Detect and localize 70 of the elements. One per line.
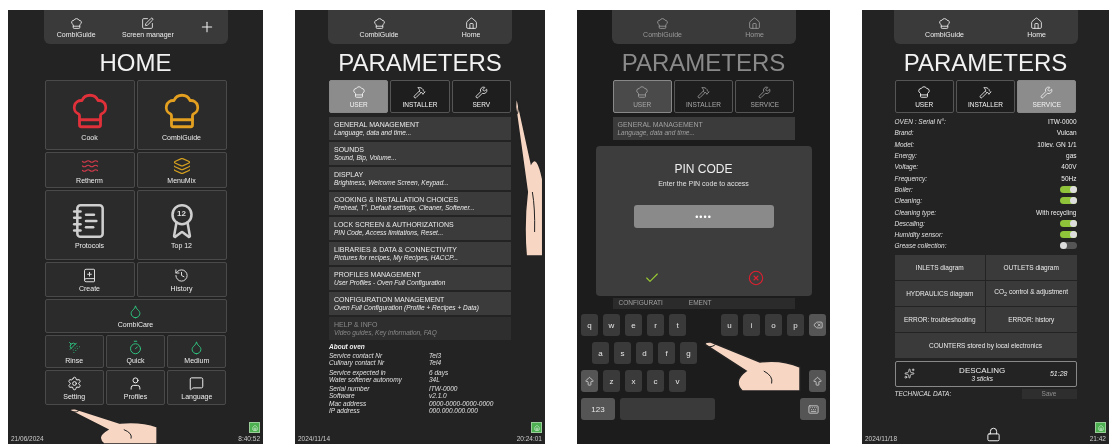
badge-number: 12 xyxy=(177,209,186,218)
chef-hat-icon xyxy=(69,16,83,30)
keyboard-key[interactable]: i xyxy=(743,314,760,336)
keyboard-key[interactable]: s xyxy=(614,342,631,364)
chat-icon xyxy=(189,375,205,391)
keyboard-key[interactable]: z xyxy=(603,370,620,392)
lock-button[interactable] xyxy=(985,427,1001,442)
keyboard-key[interactable]: u xyxy=(721,314,738,336)
wrench-icon xyxy=(474,85,488,99)
descaling-title: DESCALING xyxy=(959,365,1006,375)
keyboard-key[interactable]: r xyxy=(647,314,664,336)
backspace-key[interactable] xyxy=(809,314,826,336)
chef-hat-icon xyxy=(372,16,386,30)
keyboard-icon xyxy=(807,403,819,415)
toggle-switch[interactable] xyxy=(1059,185,1077,193)
droplet-icon xyxy=(128,304,143,319)
keyboard-key[interactable]: e xyxy=(625,314,642,336)
wrench-icon xyxy=(758,85,772,99)
keyboard-key[interactable]: g xyxy=(680,342,697,364)
shift-icon xyxy=(584,375,595,387)
hammer-icon xyxy=(413,85,427,99)
shower-head-icon xyxy=(66,339,82,355)
keyboard-key[interactable]: w xyxy=(603,314,620,336)
keyboard-key[interactable]: a xyxy=(592,342,609,364)
keyboard-key[interactable]: x xyxy=(625,370,642,392)
shift-key[interactable] xyxy=(581,370,598,392)
book-plus-icon xyxy=(82,267,97,283)
keyboard-key[interactable]: c xyxy=(647,370,664,392)
toggle-switch[interactable] xyxy=(1059,242,1077,250)
chef-hat-icon xyxy=(917,85,932,99)
wrench-icon xyxy=(1040,85,1054,99)
chef-hat-icon xyxy=(938,16,952,30)
keyboard-key[interactable]: v xyxy=(669,370,686,392)
screen-title: HOME xyxy=(99,49,172,77)
screen-title: PARAMETERS xyxy=(621,49,786,77)
keyboard-key[interactable]: d xyxy=(636,342,653,364)
hide-keyboard-key[interactable] xyxy=(800,398,826,420)
layers-icon xyxy=(172,156,191,175)
chef-hat-icon xyxy=(635,85,650,99)
dialog-title: PIN CODE xyxy=(674,162,733,176)
close-icon xyxy=(747,270,764,286)
keyboard-key[interactable]: p xyxy=(787,314,804,336)
backspace-icon xyxy=(812,320,823,330)
house-icon xyxy=(748,16,762,30)
toggle-switch[interactable] xyxy=(1059,219,1077,227)
keyboard-key[interactable]: t xyxy=(669,314,686,336)
user-icon xyxy=(128,375,143,391)
timer-icon xyxy=(128,339,143,355)
toggle-switch[interactable] xyxy=(1059,231,1077,239)
toggle-switch[interactable] xyxy=(1059,197,1077,205)
hammer-icon xyxy=(697,85,710,99)
house-icon xyxy=(464,16,478,30)
shift-key[interactable] xyxy=(809,370,826,392)
shift-icon xyxy=(812,375,823,387)
screen-title: PARAMETERS xyxy=(903,49,1068,77)
edit-icon xyxy=(141,16,155,30)
keyboard-key[interactable]: q xyxy=(581,314,598,336)
screen-title: PARAMETERS xyxy=(338,49,502,77)
history-icon xyxy=(174,267,189,283)
sparkles-icon xyxy=(903,368,915,380)
keyboard-key[interactable]: f xyxy=(658,342,675,364)
chef-hat-icon xyxy=(656,16,670,30)
cancel-button[interactable] xyxy=(747,270,764,286)
settings-icon xyxy=(66,375,82,391)
lock-icon xyxy=(985,427,1001,442)
keyboard-key[interactable]: o xyxy=(765,314,782,336)
hammer-icon xyxy=(979,85,992,99)
chef-hat-icon xyxy=(351,85,366,99)
keyboard-key[interactable]: 123 xyxy=(581,398,615,420)
house-icon xyxy=(1030,16,1044,30)
